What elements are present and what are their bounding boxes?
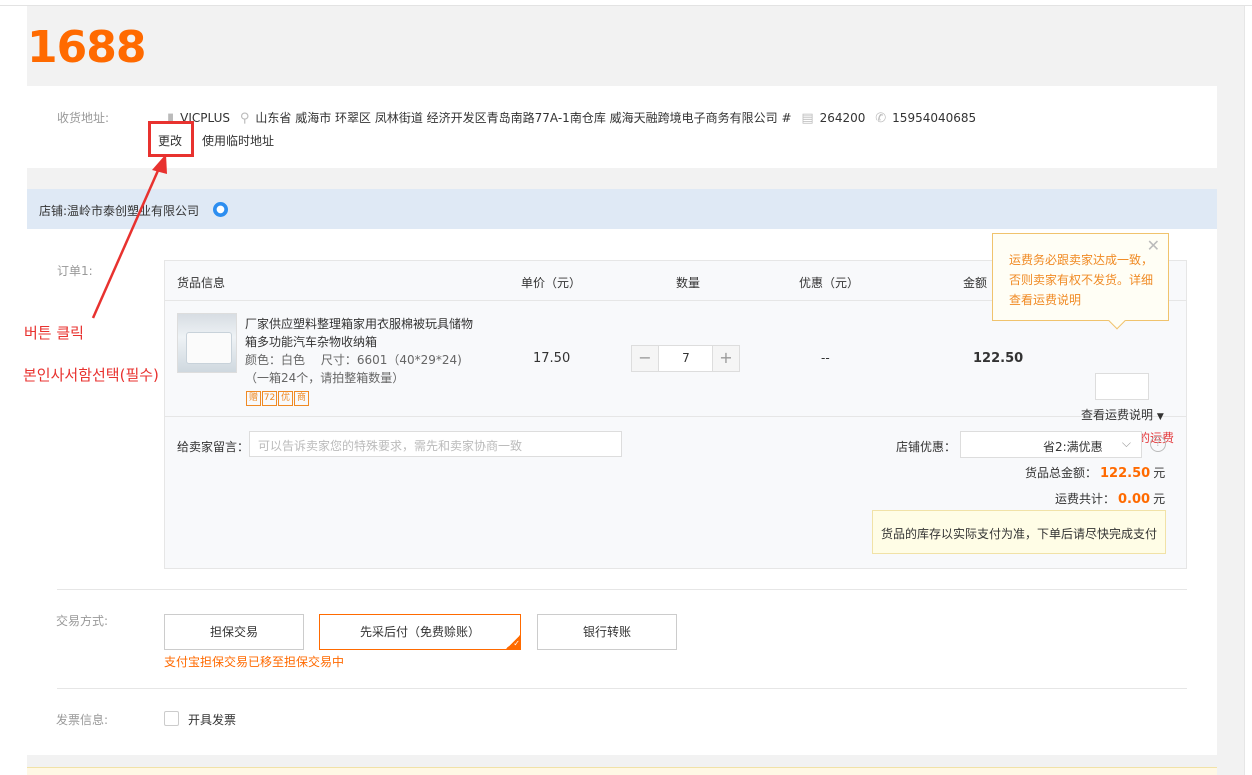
annotation-line-2: 본인사서함선택(필수) — [23, 366, 159, 384]
annotation-arrow — [91, 154, 167, 319]
annotation-line-1: 버튼 클릭 — [24, 324, 84, 342]
